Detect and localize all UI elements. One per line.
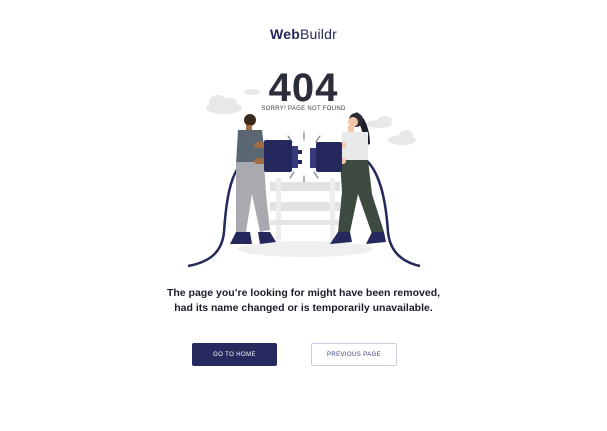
error-subtitle: SORRY! PAGE NOT FOUND <box>261 106 346 112</box>
barrier-icon <box>270 178 340 242</box>
error-code: 404 <box>268 66 339 110</box>
plug-right-icon <box>310 142 342 172</box>
brand-logo-bold: Web <box>270 26 300 42</box>
error-message-line-1: The page you’re looking for might have b… <box>166 287 441 299</box>
person-left-icon <box>230 114 276 244</box>
brand-logo[interactable]: WebBuildr <box>0 26 607 42</box>
previous-page-button[interactable]: PREVIOUS PAGE <box>311 343 397 366</box>
brand-logo-regular: Buildr <box>299 26 337 42</box>
error-message-line-2: had its name changed or is temporarily u… <box>174 302 433 314</box>
plug-left-icon <box>264 140 302 172</box>
go-to-home-button[interactable]: GO TO HOME <box>192 343 277 366</box>
error-message: The page you’re looking for might have b… <box>0 286 607 316</box>
